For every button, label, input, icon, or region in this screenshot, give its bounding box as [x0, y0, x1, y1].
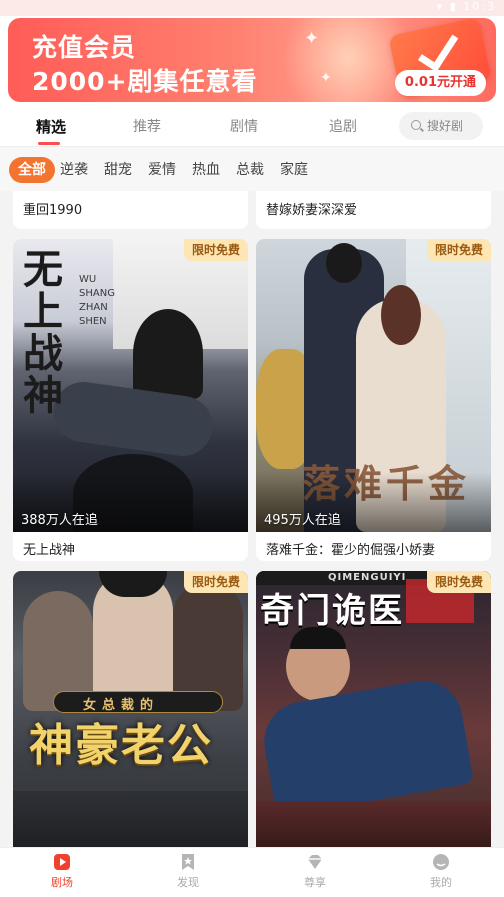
poster-floor — [256, 801, 491, 847]
watch-count: 388万人在追 — [21, 513, 98, 528]
nav-label: 剧场 — [51, 876, 73, 889]
profile-icon — [433, 854, 449, 870]
drama-poster: 落难千金 495万人在追 — [256, 239, 491, 532]
category-comeback[interactable]: 逆袭 — [60, 157, 88, 183]
drama-feed: 重回1990 替嫁娇妻深深爱 无上战神 WU SHANG ZHAN SHEN 3… — [0, 191, 504, 847]
diamond-icon — [308, 855, 322, 869]
nav-label: 发现 — [177, 876, 199, 889]
category-all[interactable]: 全部 — [9, 157, 55, 183]
nav-theater[interactable]: 剧场 — [32, 853, 92, 890]
drama-title: 落难千金：霍少的倔强小娇妻 — [266, 543, 436, 558]
drama-card[interactable]: 落难千金 495万人在追 限时免费 落难千金：霍少的倔强小娇妻 — [256, 239, 491, 561]
tab-featured[interactable]: 精选 — [36, 116, 66, 137]
drama-card[interactable]: 替嫁娇妻深深爱 — [256, 191, 491, 229]
drama-card[interactable]: 无上战神 WU SHANG ZHAN SHEN 388万人在追 限时免费 无上战… — [13, 239, 248, 561]
nav-premium[interactable]: 尊享 — [285, 853, 345, 890]
poster-figure — [133, 309, 203, 399]
nav-profile[interactable]: 我的 — [411, 853, 471, 890]
poster-ground — [13, 791, 248, 847]
play-icon — [54, 854, 70, 870]
drama-title: 重回1990 — [23, 203, 83, 218]
category-romance[interactable]: 爱情 — [148, 157, 176, 183]
main-tabs: 精选 推荐 剧情 追剧 搜好剧 — [0, 108, 504, 145]
poster-subtitle: WU SHANG ZHAN SHEN — [79, 274, 115, 327]
category-sweet[interactable]: 甜宠 — [104, 157, 132, 183]
category-ceo[interactable]: 总裁 — [236, 157, 264, 183]
bookmark-star-icon — [182, 854, 194, 870]
poster-title: 奇门诡医 — [260, 591, 404, 631]
drama-poster: 无上战神 WU SHANG ZHAN SHEN 388万人在追 — [13, 239, 248, 532]
sparkle-icon: ✦ — [320, 70, 332, 86]
search-icon — [411, 120, 421, 130]
drama-card[interactable]: QIMENGUIYI 奇门诡医 限时免费 — [256, 571, 491, 847]
bottom-nav: 剧场 发现 尊享 我的 — [0, 847, 504, 897]
tab-plot[interactable]: 剧情 — [230, 116, 258, 136]
poster-figure — [326, 243, 362, 283]
drama-poster: QIMENGUIYI 奇门诡医 — [256, 571, 491, 847]
free-badge: 限时免费 — [426, 239, 491, 261]
free-badge: 限时免费 — [183, 239, 248, 261]
search-input[interactable]: 搜好剧 — [399, 112, 483, 140]
vip-banner[interactable]: ✦ ✦ 充值会员 2000+剧集任意看 0.01元开通 — [8, 18, 496, 102]
status-bar: ▾ ▮ 10:3 — [0, 0, 504, 16]
poster-figure — [257, 674, 475, 818]
poster-title: 无上战神 — [23, 247, 63, 419]
nav-label: 尊享 — [304, 876, 326, 889]
drama-card[interactable]: 女总裁的 神豪老公 限时免费 — [13, 571, 248, 847]
tab-following[interactable]: 追剧 — [329, 116, 357, 136]
search-placeholder: 搜好剧 — [427, 119, 464, 133]
banner-subheadline: 2000+剧集任意看 — [32, 67, 258, 96]
banner-headline: 充值会员 — [32, 33, 137, 62]
status-icons: ▾ ▮ 10:3 — [436, 0, 496, 13]
tab-recommend[interactable]: 推荐 — [133, 116, 161, 136]
free-badge: 限时免费 — [426, 571, 491, 593]
activate-button[interactable]: 0.01元开通 — [394, 70, 486, 96]
drama-card[interactable]: 重回1990 — [13, 191, 248, 229]
active-tab-indicator — [38, 142, 60, 145]
nav-label: 我的 — [430, 876, 452, 889]
category-filter-bar: 全部 逆袭 甜宠 爱情 热血 总裁 家庭 — [0, 147, 504, 191]
drama-poster: 女总裁的 神豪老公 — [13, 571, 248, 847]
nav-discover[interactable]: 发现 — [158, 853, 218, 890]
category-family[interactable]: 家庭 — [280, 157, 308, 183]
category-action[interactable]: 热血 — [192, 157, 220, 183]
drama-title: 无上战神 — [23, 543, 76, 558]
free-badge: 限时免费 — [183, 571, 248, 593]
drama-title: 替嫁娇妻深深爱 — [266, 203, 358, 218]
watch-count: 495万人在追 — [264, 513, 341, 528]
poster-title: 神豪老公 — [29, 720, 213, 771]
poster-figure — [381, 285, 421, 345]
sparkle-icon: ✦ — [304, 28, 320, 49]
poster-subtitle: QIMENGUIYI — [328, 572, 407, 583]
